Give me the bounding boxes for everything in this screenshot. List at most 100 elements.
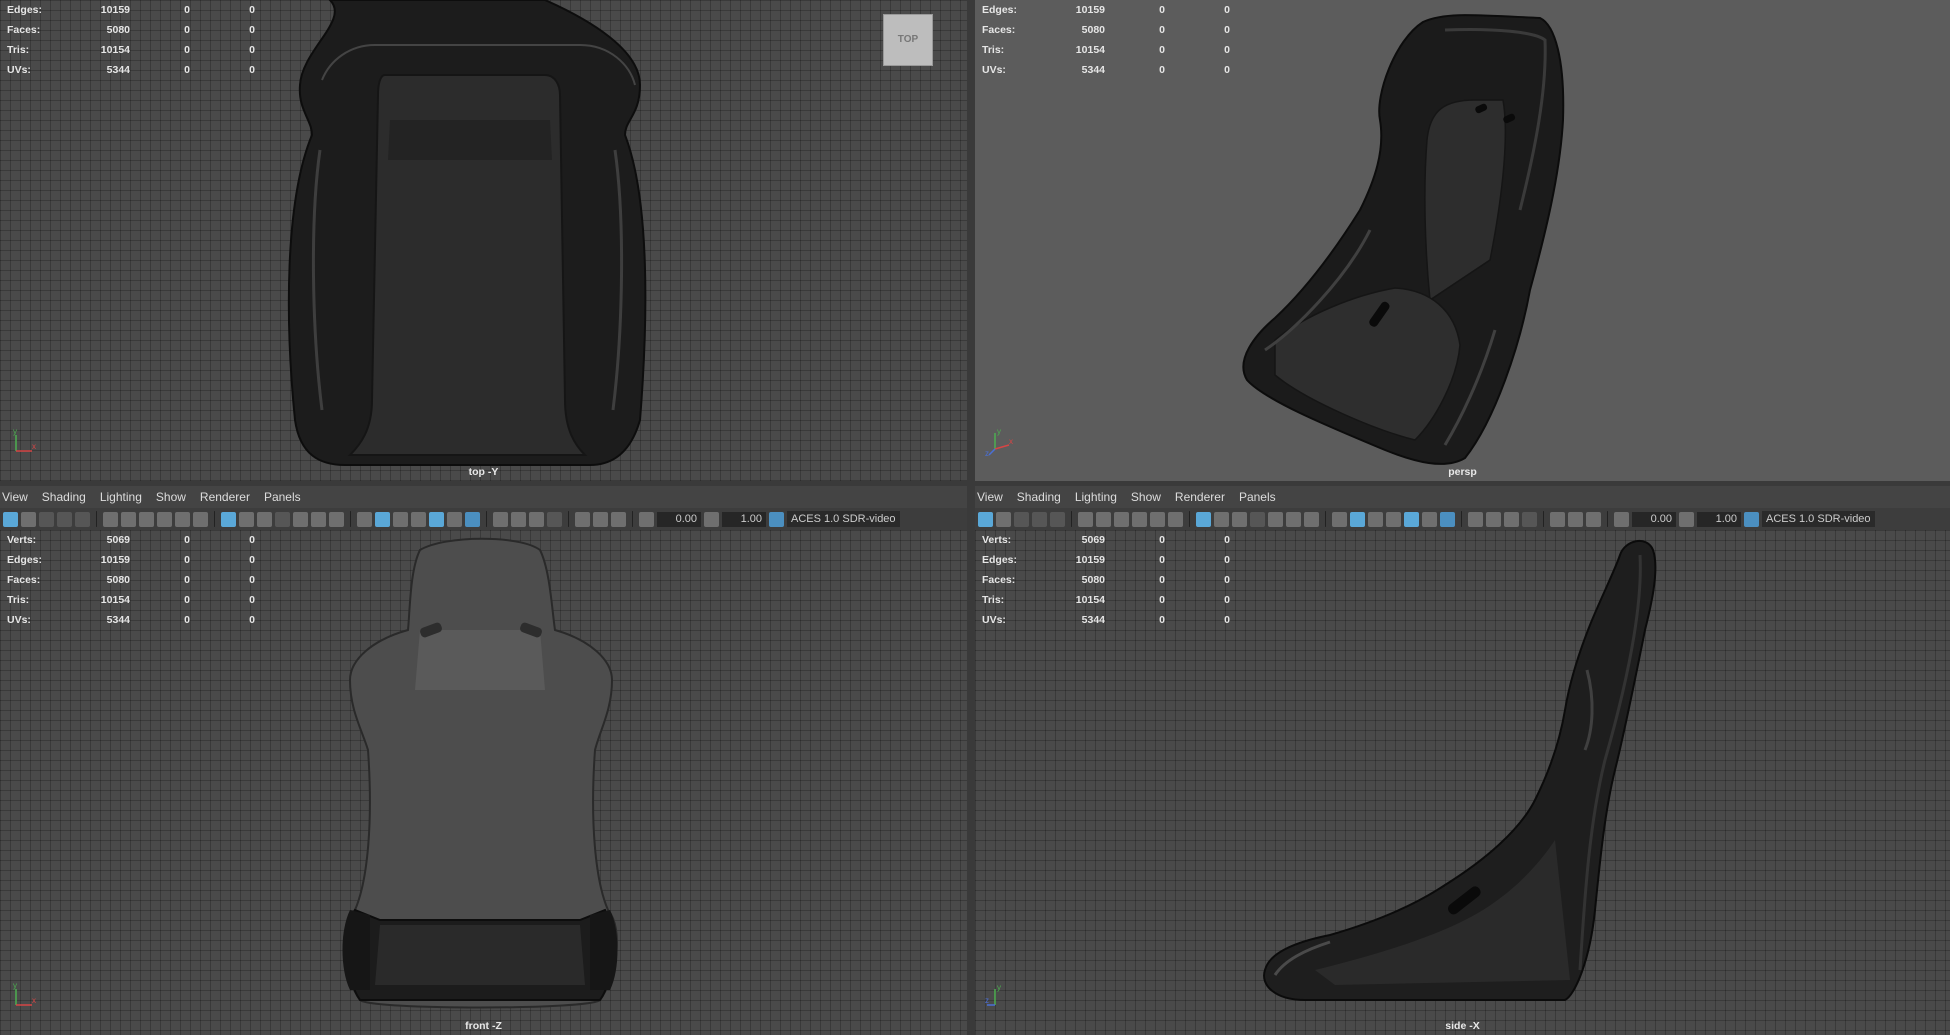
- viewport-camera-label[interactable]: front -Z: [0, 1020, 967, 1032]
- xray-joints-icon[interactable]: [593, 511, 608, 527]
- field-chart-icon[interactable]: [293, 511, 308, 527]
- menu-view[interactable]: View: [975, 490, 1015, 504]
- top-viewport[interactable]: Edges: 10159 0 0 Faces: 5080 0 0 Tris: 10154 0 0 UVs…: [0, 0, 967, 481]
- viewport-camera-label[interactable]: persp: [975, 466, 1950, 478]
- gamma-icon[interactable]: [1679, 511, 1694, 527]
- menu-shading[interactable]: Shading: [1015, 490, 1073, 504]
- select-mode-icon[interactable]: [3, 511, 18, 527]
- xray-active-icon[interactable]: [1586, 511, 1601, 527]
- color-manage-icon[interactable]: [1744, 511, 1759, 527]
- color-manage-icon[interactable]: [769, 511, 784, 527]
- gamma-icon[interactable]: [704, 511, 719, 527]
- safe-title-icon[interactable]: [329, 511, 344, 527]
- side-viewport[interactable]: Verts: 5069 0 0 Edges: 10159 0 0 Faces: 5080 0 0 Tri…: [975, 530, 1950, 1035]
- bookmark-icon[interactable]: [57, 511, 72, 527]
- exposure-icon[interactable]: [639, 511, 654, 527]
- lock-camera-icon[interactable]: [39, 511, 54, 527]
- lights-icon[interactable]: [447, 511, 462, 527]
- image-plane-icon[interactable]: [1050, 511, 1065, 527]
- stats-label: Tris:: [7, 44, 30, 56]
- xray-icon[interactable]: [1404, 511, 1419, 527]
- gate-mask-icon[interactable]: [275, 511, 290, 527]
- resolution-gate-icon[interactable]: [257, 511, 272, 527]
- xray-icon[interactable]: [429, 511, 444, 527]
- ao-icon[interactable]: [1468, 511, 1483, 527]
- resolution-gate-icon[interactable]: [1232, 511, 1247, 527]
- bookmark-icon[interactable]: [1032, 511, 1047, 527]
- wireframe-on-shaded-icon[interactable]: [411, 511, 426, 527]
- exposure-field[interactable]: 0.00: [657, 511, 701, 527]
- menu-panels[interactable]: Panels: [262, 490, 313, 504]
- isolate-select-icon[interactable]: [575, 511, 590, 527]
- bookmark-icon[interactable]: [1132, 511, 1147, 527]
- menu-lighting[interactable]: Lighting: [1073, 490, 1129, 504]
- dof-icon[interactable]: [547, 511, 562, 527]
- menu-show[interactable]: Show: [1129, 490, 1173, 504]
- camera-icon[interactable]: [103, 511, 118, 527]
- film-gate-icon[interactable]: [1214, 511, 1229, 527]
- viewport-camera-label[interactable]: side -X: [975, 1020, 1950, 1032]
- axis-z-letter: z: [985, 449, 989, 457]
- exposure-icon[interactable]: [1614, 511, 1629, 527]
- exposure-field[interactable]: 0.00: [1632, 511, 1676, 527]
- xray-active-icon[interactable]: [611, 511, 626, 527]
- default-material-icon[interactable]: [1368, 511, 1383, 527]
- menu-renderer[interactable]: Renderer: [198, 490, 262, 504]
- lock-camera-icon[interactable]: [1014, 511, 1029, 527]
- bookmark-icon[interactable]: [157, 511, 172, 527]
- camera-icon[interactable]: [1078, 511, 1093, 527]
- camera-select-icon[interactable]: [996, 511, 1011, 527]
- wireframe-icon[interactable]: [1332, 511, 1347, 527]
- paint-icon[interactable]: [175, 511, 190, 527]
- menu-show[interactable]: Show: [154, 490, 198, 504]
- shadows-icon[interactable]: [1440, 511, 1455, 527]
- menu-view[interactable]: View: [0, 490, 40, 504]
- capture-icon[interactable]: [139, 511, 154, 527]
- capture-icon[interactable]: [1114, 511, 1129, 527]
- wireframe-on-shaded-icon[interactable]: [1386, 511, 1401, 527]
- safe-title-icon[interactable]: [1304, 511, 1319, 527]
- viewport-divider-vertical[interactable]: [967, 0, 975, 1035]
- select-mode-icon[interactable]: [978, 511, 993, 527]
- aa-icon[interactable]: [1504, 511, 1519, 527]
- film-icon[interactable]: [121, 511, 136, 527]
- menu-renderer[interactable]: Renderer: [1173, 490, 1237, 504]
- isolate-select-icon[interactable]: [1550, 511, 1565, 527]
- color-space-field[interactable]: ACES 1.0 SDR-video: [787, 511, 900, 527]
- brush-icon[interactable]: [1168, 511, 1183, 527]
- motion-blur-icon[interactable]: [511, 511, 526, 527]
- color-space-field[interactable]: ACES 1.0 SDR-video: [1762, 511, 1875, 527]
- ao-icon[interactable]: [493, 511, 508, 527]
- camera-select-icon[interactable]: [21, 511, 36, 527]
- smooth-shade-icon[interactable]: [1350, 511, 1365, 527]
- safe-action-icon[interactable]: [311, 511, 326, 527]
- brush-icon[interactable]: [193, 511, 208, 527]
- menu-lighting[interactable]: Lighting: [98, 490, 154, 504]
- dof-icon[interactable]: [1522, 511, 1537, 527]
- menu-panels[interactable]: Panels: [1237, 490, 1288, 504]
- front-viewport[interactable]: Verts: 5069 0 0 Edges: 10159 0 0 Faces: 5080 0 0 Tri…: [0, 530, 967, 1035]
- film-gate-icon[interactable]: [239, 511, 254, 527]
- smooth-shade-icon[interactable]: [375, 511, 390, 527]
- default-material-icon[interactable]: [393, 511, 408, 527]
- gate-mask-icon[interactable]: [1250, 511, 1265, 527]
- menu-shading[interactable]: Shading: [40, 490, 98, 504]
- film-icon[interactable]: [1096, 511, 1111, 527]
- field-chart-icon[interactable]: [1268, 511, 1283, 527]
- image-plane-icon[interactable]: [75, 511, 90, 527]
- viewport-camera-label[interactable]: top -Y: [0, 466, 967, 478]
- xray-joints-icon[interactable]: [1568, 511, 1583, 527]
- lights-icon[interactable]: [1422, 511, 1437, 527]
- wireframe-icon[interactable]: [357, 511, 372, 527]
- grid-icon[interactable]: [221, 511, 236, 527]
- safe-action-icon[interactable]: [1286, 511, 1301, 527]
- grid-icon[interactable]: [1196, 511, 1211, 527]
- persp-viewport[interactable]: Edges: 10159 0 0 Faces: 5080 0 0 Tris: 10154 0 0 UVs…: [975, 0, 1950, 481]
- view-cube[interactable]: TOP: [883, 14, 933, 66]
- aa-icon[interactable]: [529, 511, 544, 527]
- motion-blur-icon[interactable]: [1486, 511, 1501, 527]
- gamma-field[interactable]: 1.00: [722, 511, 766, 527]
- gamma-field[interactable]: 1.00: [1697, 511, 1741, 527]
- paint-icon[interactable]: [1150, 511, 1165, 527]
- shadows-icon[interactable]: [465, 511, 480, 527]
